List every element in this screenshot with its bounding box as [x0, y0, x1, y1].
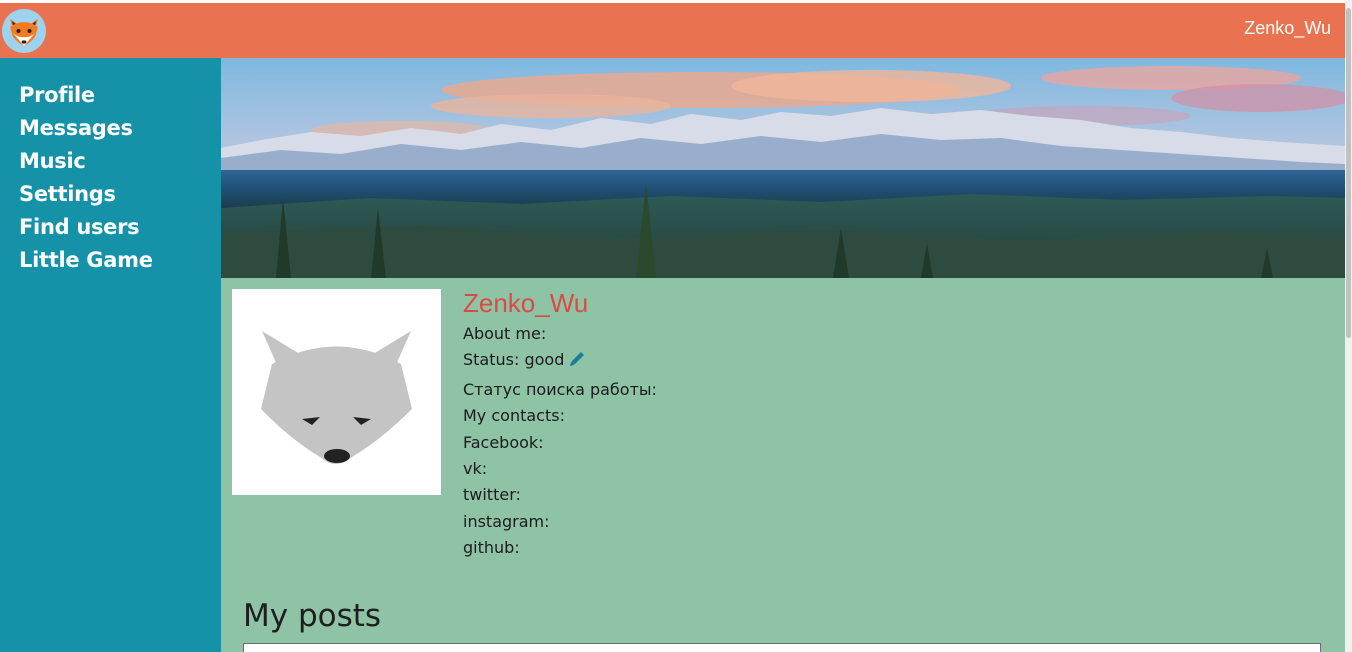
header-username[interactable]: Zenko_Wu: [1244, 18, 1331, 39]
app-header: Zenko_Wu: [0, 3, 1345, 58]
pencil-edit-icon[interactable]: [568, 350, 586, 376]
sidebar-item-music: Music: [19, 149, 221, 182]
sidebar-link-find-users[interactable]: Find users: [19, 215, 140, 239]
status-text: Status: good: [463, 350, 565, 370]
about-me-label: About me:: [463, 324, 547, 343]
contact-vk: vk:: [463, 459, 488, 479]
sidebar-item-find-users: Find users: [19, 215, 221, 248]
contacts-label: My contacts:: [463, 406, 565, 426]
profile-name: Zenko_Wu: [463, 288, 589, 318]
profile-content: Zenko_Wu About me: Status: good Статус п…: [221, 58, 1345, 652]
contact-github: github:: [463, 538, 520, 558]
fox-logo-icon[interactable]: [2, 9, 46, 53]
sidebar-link-profile[interactable]: Profile: [19, 83, 95, 107]
sidebar-item-profile: Profile: [19, 83, 221, 116]
avatar: [232, 289, 441, 495]
sidebar-item-settings: Settings: [19, 182, 221, 215]
sidebar-item-little-game: Little Game: [19, 248, 221, 281]
sidebar-link-little-game[interactable]: Little Game: [19, 248, 153, 272]
status-row: Status: good: [463, 347, 657, 376]
my-posts-title: My posts: [243, 598, 382, 634]
mountain-banner-image: [221, 58, 1345, 278]
sidebar: Profile Messages Music Settings Find use…: [0, 58, 221, 652]
fox-avatar-icon: [261, 331, 412, 464]
contact-facebook: Facebook:: [463, 432, 544, 452]
page-scrollbar[interactable]: [1345, 0, 1352, 652]
scrollbar-thumb[interactable]: [1346, 8, 1351, 338]
contact-instagram: instagram:: [463, 511, 550, 531]
profile-info: Zenko_Wu About me: Status: good Статус п…: [463, 287, 657, 562]
new-post-input[interactable]: [243, 643, 1321, 652]
contact-twitter: twitter:: [463, 485, 521, 505]
sidebar-link-messages[interactable]: Messages: [19, 116, 133, 140]
sidebar-link-music[interactable]: Music: [19, 149, 86, 173]
sidebar-item-messages: Messages: [19, 116, 221, 149]
sidebar-link-settings[interactable]: Settings: [19, 182, 116, 206]
sidebar-nav: Profile Messages Music Settings Find use…: [0, 58, 221, 281]
job-search-status-label: Статус поиска работы:: [463, 379, 657, 399]
